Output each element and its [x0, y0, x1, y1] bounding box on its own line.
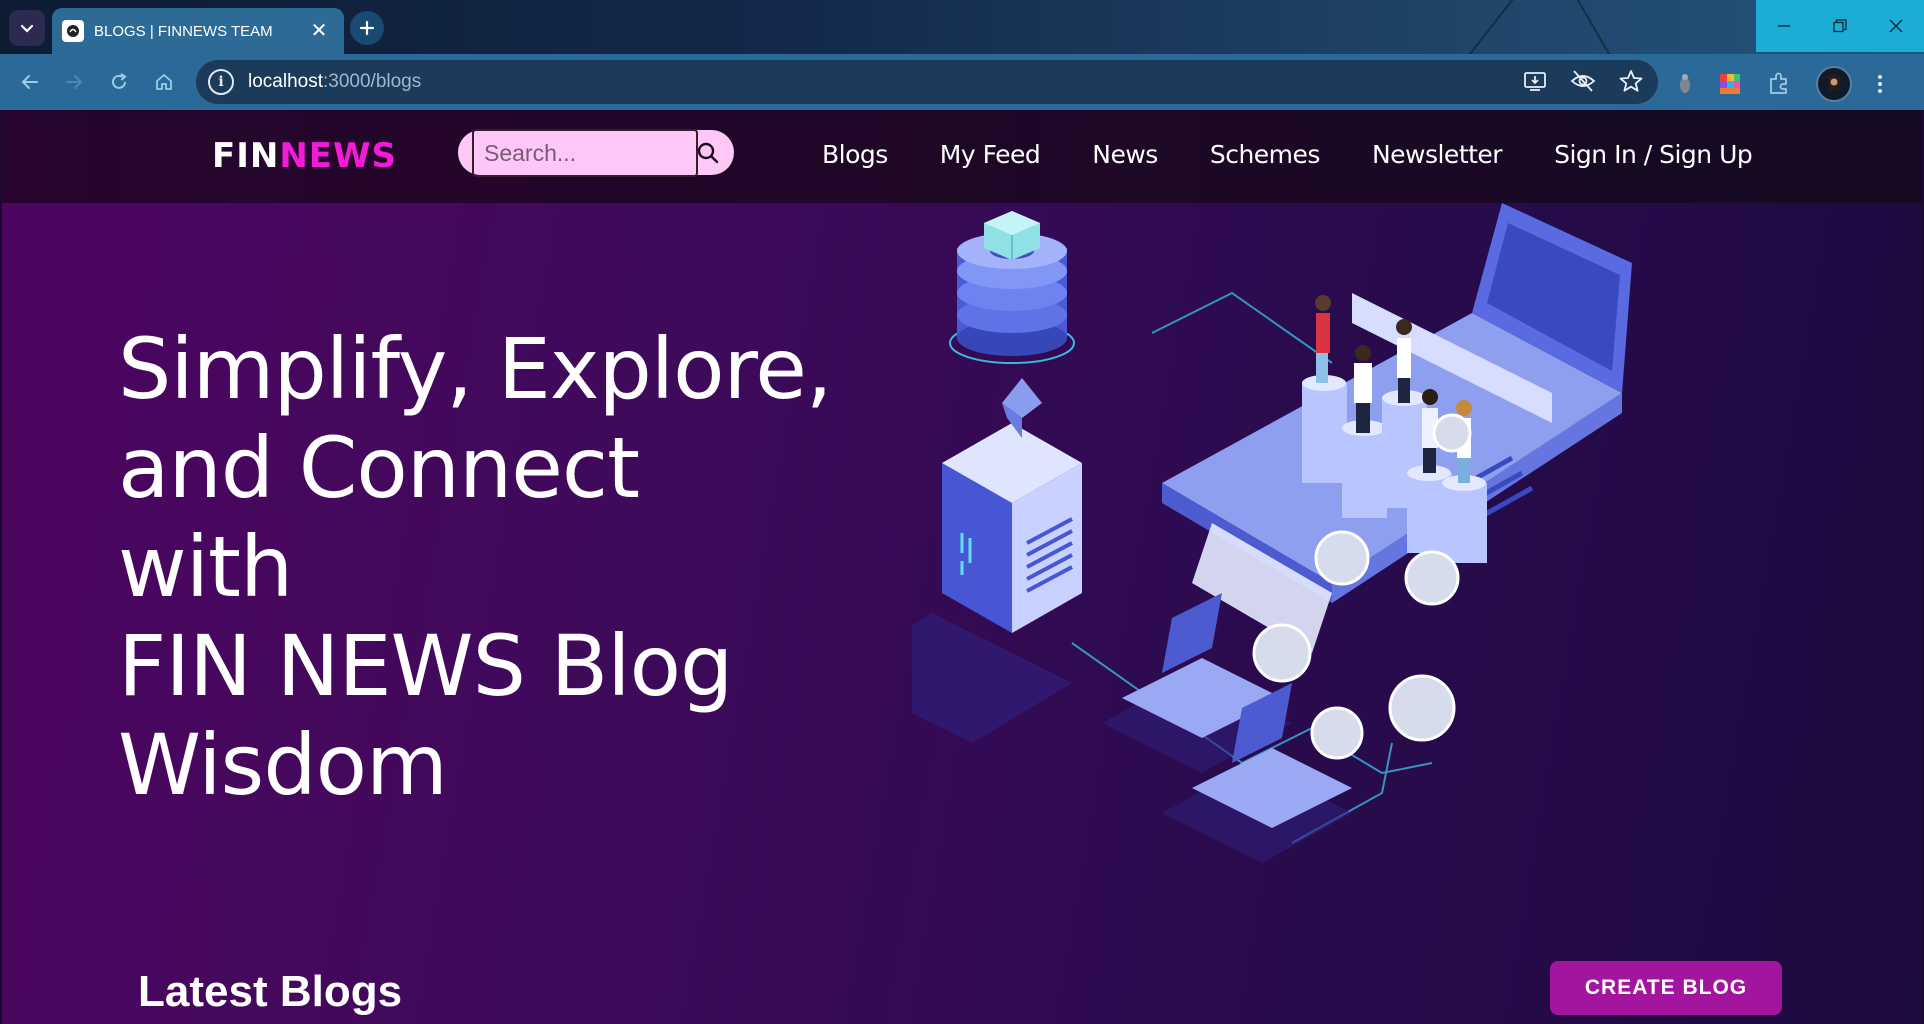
logo-fin: FIN [212, 136, 280, 176]
forward-button[interactable] [60, 68, 88, 96]
site-navbar: FINNEWS Blogs My Feed News Schemes Newsl… [2, 110, 1922, 203]
address-bar[interactable]: i localhost:3000/blogs [196, 60, 1658, 104]
more-menu-icon[interactable] [1876, 73, 1884, 95]
reload-button[interactable] [105, 68, 133, 96]
tab-search-button[interactable] [9, 10, 45, 46]
reload-icon [112, 73, 127, 89]
search-input[interactable] [472, 129, 698, 177]
avatar-image-icon [1827, 74, 1841, 92]
new-tab-button[interactable] [350, 11, 384, 45]
nav-schemes[interactable]: Schemes [1210, 140, 1321, 169]
extensions-area [1676, 66, 1884, 102]
page-viewport: FINNEWS Blogs My Feed News Schemes Newsl… [2, 110, 1922, 1024]
logo-news: NEWS [279, 136, 398, 176]
hero-title-line-1: Simplify, Explore, [118, 320, 833, 418]
browser-tab-active[interactable]: BLOGS | FINNEWS TEAM ✕ [52, 8, 344, 54]
database-stack-icon [949, 211, 1075, 364]
laptop-platform-icon [1162, 203, 1632, 653]
search-box [458, 129, 734, 177]
window-close-button[interactable] [1868, 0, 1924, 52]
server-tower-icon [912, 378, 1082, 743]
browser-tab-bar: BLOGS | FINNEWS TEAM ✕ [0, 0, 1924, 54]
nav-newsletter[interactable]: Newsletter [1372, 140, 1503, 169]
nav-blogs[interactable]: Blogs [822, 140, 888, 169]
search-button[interactable] [694, 139, 722, 167]
hero-title: Simplify, Explore, and Connect with FIN … [118, 320, 838, 815]
back-icon [21, 75, 38, 89]
url-host: localhost [248, 71, 323, 92]
extension-icon[interactable] [1766, 71, 1792, 97]
main-nav: Blogs My Feed News Schemes Newsletter Si… [822, 140, 1753, 169]
site-info-icon[interactable]: i [208, 69, 234, 95]
browser-toolbar: i localhost:3000/blogs [0, 54, 1924, 110]
forward-icon [66, 75, 83, 89]
profile-avatar[interactable] [1816, 66, 1852, 102]
back-button[interactable] [16, 68, 44, 96]
close-icon[interactable]: ✕ [308, 21, 330, 41]
site-logo[interactable]: FINNEWS [212, 136, 397, 176]
omnibox-actions [1522, 68, 1644, 94]
hero-illustration [912, 203, 1632, 863]
hero-title-line-4: Wisdom [118, 716, 448, 814]
install-icon[interactable] [1522, 68, 1548, 94]
star-icon[interactable] [1618, 68, 1644, 94]
latest-blogs-heading: Latest Blogs [138, 967, 403, 1016]
tab-title: BLOGS | FINNEWS TEAM [94, 22, 273, 40]
window-close-icon [1889, 19, 1903, 33]
hero-title-line-3: FIN NEWS Blog [118, 617, 733, 715]
minimize-button[interactable] [1756, 0, 1812, 52]
create-blog-button[interactable]: CREATE BLOG [1550, 961, 1782, 1015]
url-path: :3000/blogs [323, 71, 422, 92]
eye-off-icon[interactable] [1570, 68, 1596, 94]
minimize-icon [1778, 25, 1790, 27]
hero-title-line-2: and Connect with [118, 419, 640, 616]
home-button[interactable] [150, 68, 178, 96]
restore-icon [1833, 19, 1847, 33]
nav-sign-in[interactable]: Sign In / Sign Up [1554, 140, 1753, 169]
favicon-icon [62, 20, 84, 42]
window-controls [1756, 0, 1924, 52]
nav-my-feed[interactable]: My Feed [940, 140, 1041, 169]
plus-icon [359, 20, 375, 36]
chevron-down-icon [20, 24, 34, 33]
color-extension-icon[interactable] [1718, 72, 1742, 96]
search-icon [697, 142, 719, 164]
url-text: localhost:3000/blogs [248, 71, 421, 93]
extension-pin-icon[interactable] [1676, 71, 1694, 97]
restore-button[interactable] [1812, 0, 1868, 52]
home-icon [156, 74, 172, 90]
nav-news[interactable]: News [1092, 140, 1158, 169]
